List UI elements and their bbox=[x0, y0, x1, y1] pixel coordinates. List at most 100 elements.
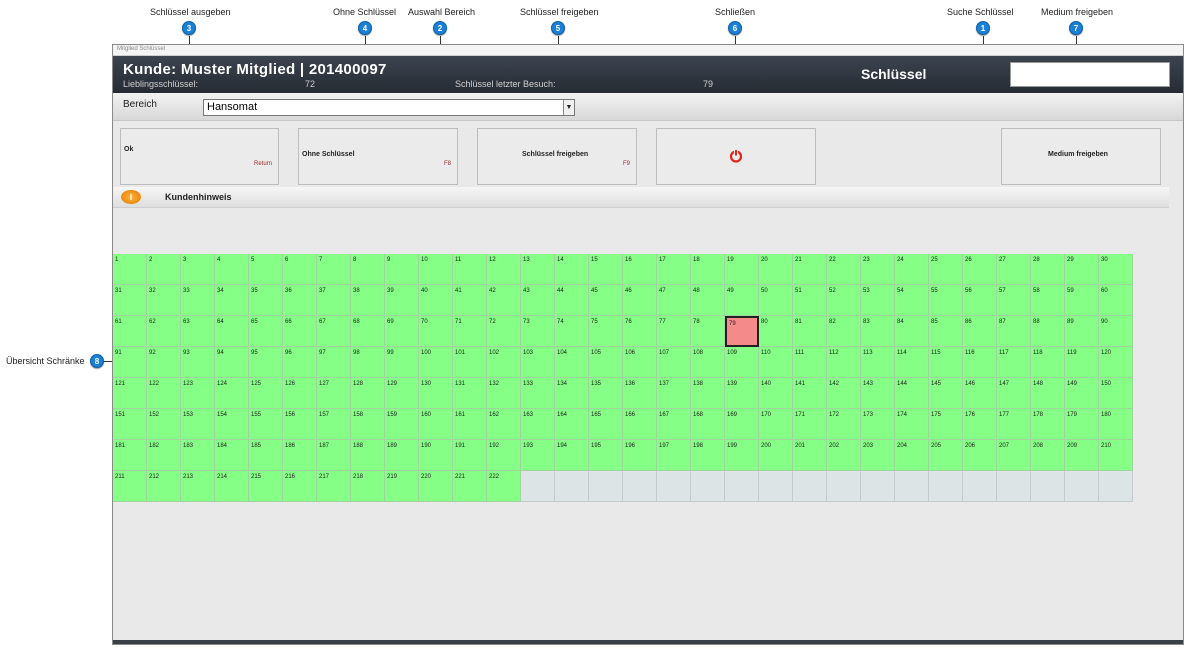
locker-cell-occupied[interactable]: 79 bbox=[725, 316, 759, 347]
locker-cell[interactable]: 190 bbox=[419, 440, 453, 471]
locker-cell[interactable]: 4 bbox=[215, 254, 249, 285]
locker-cell[interactable]: 111 bbox=[793, 347, 827, 378]
locker-cell[interactable]: 216 bbox=[283, 471, 317, 502]
locker-cell[interactable]: 193 bbox=[521, 440, 555, 471]
locker-cell[interactable]: 173 bbox=[861, 409, 895, 440]
locker-cell[interactable]: 184 bbox=[215, 440, 249, 471]
locker-cell[interactable]: 109 bbox=[725, 347, 759, 378]
locker-cell[interactable]: 215 bbox=[249, 471, 283, 502]
locker-cell[interactable]: 160 bbox=[419, 409, 453, 440]
locker-cell[interactable]: 147 bbox=[997, 378, 1031, 409]
locker-cell[interactable]: 33 bbox=[181, 285, 215, 316]
locker-cell[interactable]: 22 bbox=[827, 254, 861, 285]
locker-cell[interactable]: 142 bbox=[827, 378, 861, 409]
locker-cell[interactable]: 41 bbox=[453, 285, 487, 316]
locker-cell[interactable]: 195 bbox=[589, 440, 623, 471]
locker-cell[interactable]: 122 bbox=[147, 378, 181, 409]
locker-cell[interactable]: 29 bbox=[1065, 254, 1099, 285]
locker-cell[interactable]: 127 bbox=[317, 378, 351, 409]
locker-cell[interactable]: 13 bbox=[521, 254, 555, 285]
locker-cell[interactable]: 149 bbox=[1065, 378, 1099, 409]
locker-cell[interactable]: 168 bbox=[691, 409, 725, 440]
locker-cell[interactable]: 204 bbox=[895, 440, 929, 471]
locker-cell[interactable]: 9 bbox=[385, 254, 419, 285]
locker-cell[interactable]: 169 bbox=[725, 409, 759, 440]
locker-cell[interactable]: 38 bbox=[351, 285, 385, 316]
locker-cell[interactable]: 177 bbox=[997, 409, 1031, 440]
locker-cell[interactable]: 128 bbox=[351, 378, 385, 409]
locker-cell[interactable]: 23 bbox=[861, 254, 895, 285]
locker-cell[interactable]: 14 bbox=[555, 254, 589, 285]
locker-cell[interactable]: 210 bbox=[1099, 440, 1133, 471]
locker-cell[interactable]: 85 bbox=[929, 316, 963, 347]
locker-cell[interactable]: 54 bbox=[895, 285, 929, 316]
locker-cell[interactable]: 61 bbox=[113, 316, 147, 347]
locker-cell[interactable]: 136 bbox=[623, 378, 657, 409]
locker-cell[interactable]: 40 bbox=[419, 285, 453, 316]
locker-cell[interactable]: 144 bbox=[895, 378, 929, 409]
locker-cell[interactable]: 15 bbox=[589, 254, 623, 285]
locker-cell[interactable]: 176 bbox=[963, 409, 997, 440]
locker-cell[interactable]: 211 bbox=[113, 471, 147, 502]
locker-cell[interactable]: 180 bbox=[1099, 409, 1133, 440]
locker-cell[interactable]: 83 bbox=[861, 316, 895, 347]
locker-cell[interactable]: 3 bbox=[181, 254, 215, 285]
locker-cell[interactable]: 206 bbox=[963, 440, 997, 471]
locker-cell[interactable]: 220 bbox=[419, 471, 453, 502]
locker-cell[interactable]: 134 bbox=[555, 378, 589, 409]
locker-cell[interactable]: 203 bbox=[861, 440, 895, 471]
locker-cell[interactable]: 158 bbox=[351, 409, 385, 440]
locker-cell[interactable]: 125 bbox=[249, 378, 283, 409]
locker-cell[interactable]: 139 bbox=[725, 378, 759, 409]
locker-cell[interactable]: 140 bbox=[759, 378, 793, 409]
locker-cell[interactable]: 46 bbox=[623, 285, 657, 316]
locker-cell[interactable]: 45 bbox=[589, 285, 623, 316]
locker-cell[interactable]: 82 bbox=[827, 316, 861, 347]
locker-cell[interactable]: 105 bbox=[589, 347, 623, 378]
locker-cell[interactable]: 81 bbox=[793, 316, 827, 347]
locker-cell[interactable]: 107 bbox=[657, 347, 691, 378]
locker-cell[interactable]: 16 bbox=[623, 254, 657, 285]
locker-cell[interactable]: 116 bbox=[963, 347, 997, 378]
locker-cell[interactable]: 145 bbox=[929, 378, 963, 409]
locker-cell[interactable]: 5 bbox=[249, 254, 283, 285]
locker-cell[interactable]: 104 bbox=[555, 347, 589, 378]
release-medium-button[interactable]: Medium freigeben bbox=[1001, 128, 1161, 185]
locker-cell[interactable]: 181 bbox=[113, 440, 147, 471]
locker-cell[interactable]: 191 bbox=[453, 440, 487, 471]
locker-cell[interactable]: 133 bbox=[521, 378, 555, 409]
locker-cell[interactable]: 92 bbox=[147, 347, 181, 378]
locker-cell[interactable]: 123 bbox=[181, 378, 215, 409]
locker-cell[interactable]: 218 bbox=[351, 471, 385, 502]
locker-cell[interactable]: 183 bbox=[181, 440, 215, 471]
locker-cell[interactable]: 196 bbox=[623, 440, 657, 471]
locker-cell[interactable]: 219 bbox=[385, 471, 419, 502]
locker-cell[interactable]: 43 bbox=[521, 285, 555, 316]
locker-cell[interactable]: 100 bbox=[419, 347, 453, 378]
locker-cell[interactable]: 69 bbox=[385, 316, 419, 347]
locker-cell[interactable]: 63 bbox=[181, 316, 215, 347]
locker-cell[interactable]: 162 bbox=[487, 409, 521, 440]
locker-cell[interactable]: 207 bbox=[997, 440, 1031, 471]
locker-cell[interactable]: 132 bbox=[487, 378, 521, 409]
locker-cell[interactable]: 135 bbox=[589, 378, 623, 409]
release-key-button[interactable]: Schlüssel freigeben F9 bbox=[477, 128, 637, 185]
locker-cell[interactable]: 39 bbox=[385, 285, 419, 316]
locker-cell[interactable]: 118 bbox=[1031, 347, 1065, 378]
locker-cell[interactable]: 89 bbox=[1065, 316, 1099, 347]
locker-cell[interactable]: 99 bbox=[385, 347, 419, 378]
ok-button[interactable]: Ok Return bbox=[120, 128, 279, 185]
locker-cell[interactable]: 130 bbox=[419, 378, 453, 409]
locker-cell[interactable]: 86 bbox=[963, 316, 997, 347]
locker-cell[interactable]: 156 bbox=[283, 409, 317, 440]
locker-cell[interactable]: 67 bbox=[317, 316, 351, 347]
locker-cell[interactable]: 106 bbox=[623, 347, 657, 378]
locker-cell[interactable]: 20 bbox=[759, 254, 793, 285]
locker-cell[interactable]: 44 bbox=[555, 285, 589, 316]
locker-cell[interactable]: 108 bbox=[691, 347, 725, 378]
locker-cell[interactable]: 30 bbox=[1099, 254, 1133, 285]
locker-cell[interactable]: 50 bbox=[759, 285, 793, 316]
locker-cell[interactable]: 143 bbox=[861, 378, 895, 409]
locker-cell[interactable]: 213 bbox=[181, 471, 215, 502]
locker-cell[interactable]: 222 bbox=[487, 471, 521, 502]
